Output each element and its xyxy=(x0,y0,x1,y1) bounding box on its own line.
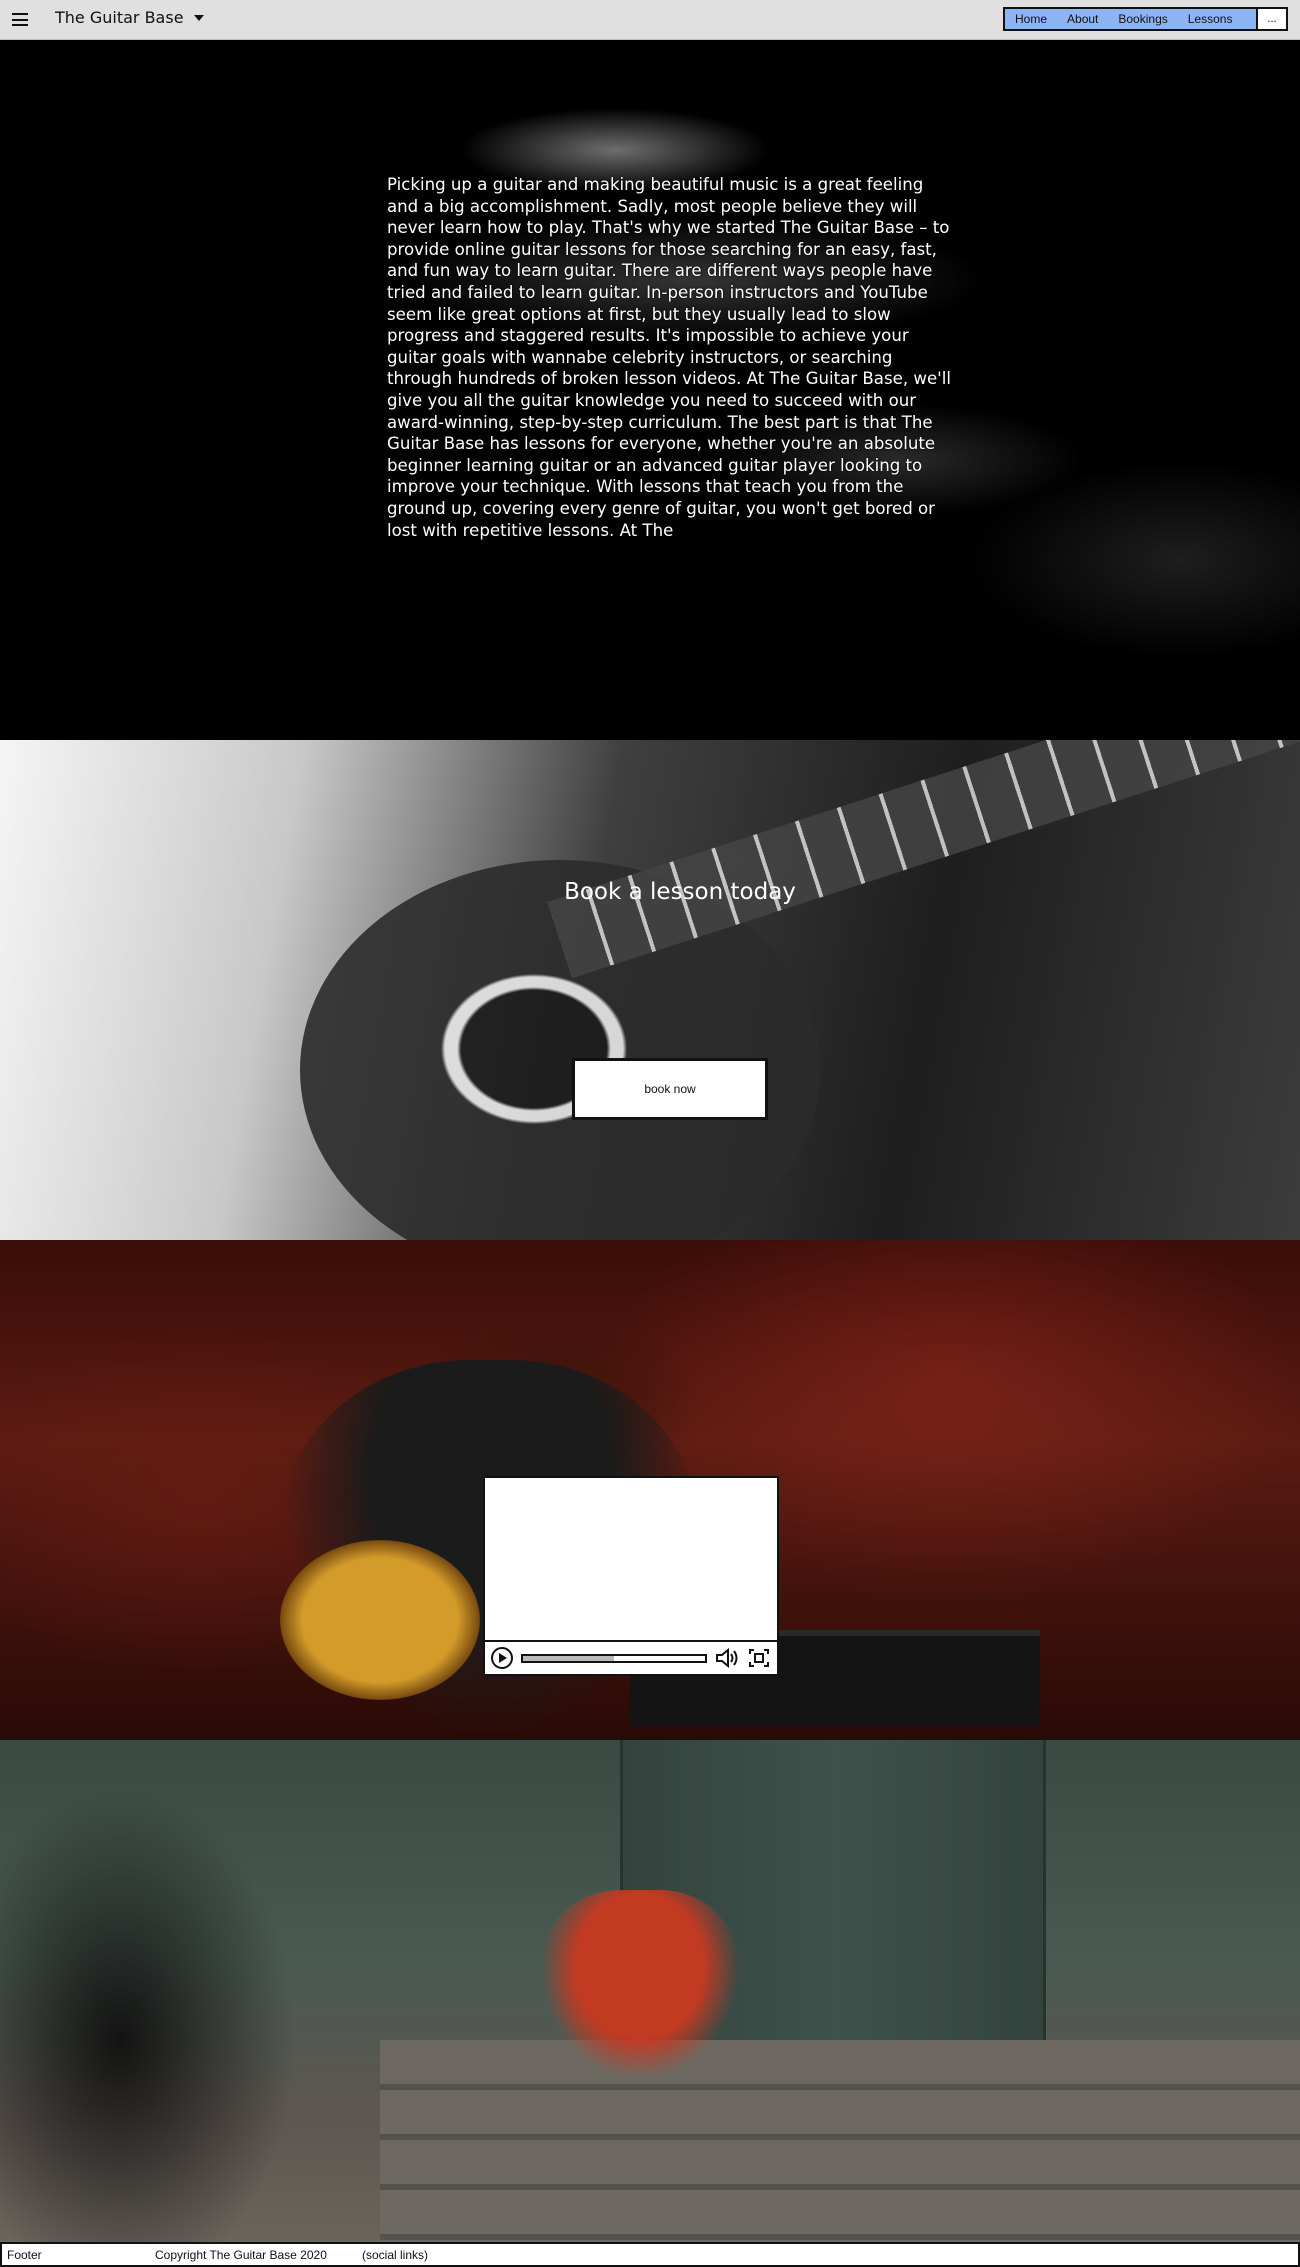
volume-icon[interactable] xyxy=(715,1647,739,1669)
book-now-button[interactable]: book now xyxy=(572,1058,768,1120)
book-lesson-section: Book a lesson today book now xyxy=(0,740,1300,1240)
site-footer: Footer Copyright The Guitar Base 2020 (s… xyxy=(0,2242,1300,2267)
video-section xyxy=(0,1240,1300,1740)
main-nav: Home About Bookings Lessons ... xyxy=(1003,7,1288,31)
hero-intro-text: Picking up a guitar and making beautiful… xyxy=(387,175,951,540)
footer-label: Footer xyxy=(7,2248,42,2262)
book-lesson-title: Book a lesson today xyxy=(564,879,796,905)
guitar-neck-image xyxy=(547,740,1300,979)
video-progress-fill xyxy=(523,1655,614,1661)
nav-more-button[interactable]: ... xyxy=(1256,9,1286,29)
hamburger-menu-icon[interactable] xyxy=(12,13,28,26)
chevron-down-icon[interactable] xyxy=(193,14,204,21)
play-icon[interactable] xyxy=(491,1647,513,1669)
footer-social-links[interactable]: (social links) xyxy=(362,2248,428,2262)
nav-lessons[interactable]: Lessons xyxy=(1178,12,1243,26)
video-controls xyxy=(485,1640,777,1674)
fullscreen-icon[interactable] xyxy=(747,1647,771,1669)
guitar-image xyxy=(280,1540,480,1700)
site-brand[interactable]: The Guitar Base xyxy=(55,8,204,27)
footer-copyright: Copyright The Guitar Base 2020 xyxy=(155,2248,327,2262)
busker-player-image xyxy=(540,1890,740,2080)
brand-title: The Guitar Base xyxy=(55,8,184,27)
site-header: The Guitar Base Home About Bookings Less… xyxy=(0,0,1300,40)
hero-section: Picking up a guitar and making beautiful… xyxy=(0,40,1300,740)
busker-image-section xyxy=(0,1740,1300,2242)
nav-home[interactable]: Home xyxy=(1005,12,1057,26)
nav-bookings[interactable]: Bookings xyxy=(1108,12,1177,26)
nav-about[interactable]: About xyxy=(1057,12,1108,26)
steps-image xyxy=(380,2040,1300,2242)
video-player[interactable] xyxy=(483,1476,779,1676)
video-progress-bar[interactable] xyxy=(521,1653,707,1663)
